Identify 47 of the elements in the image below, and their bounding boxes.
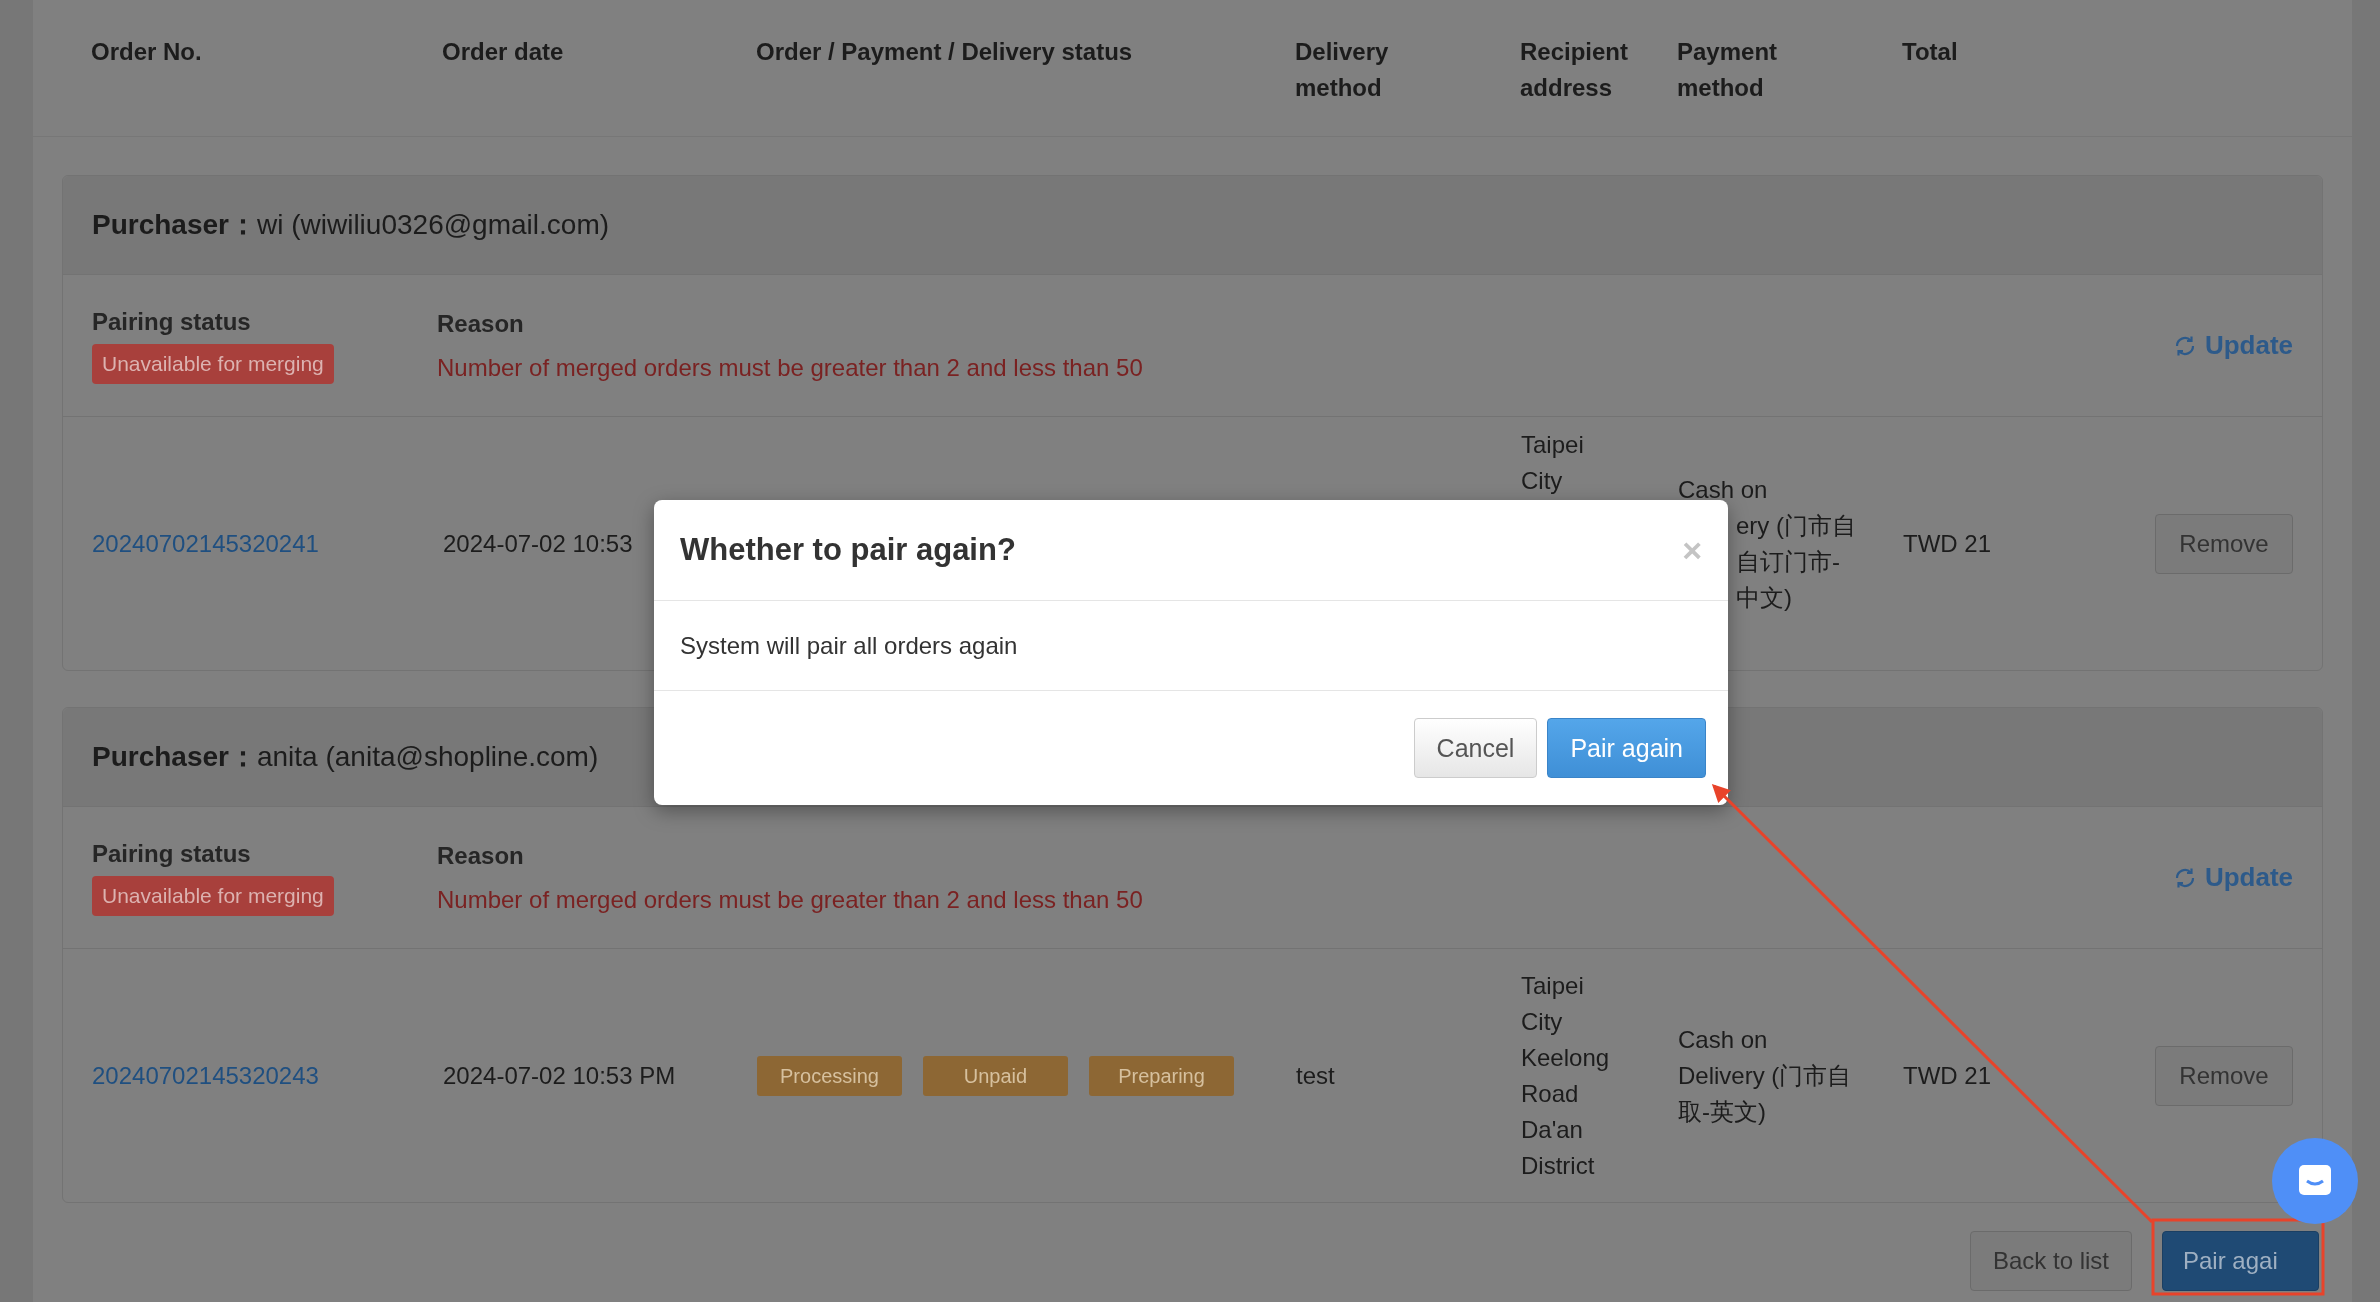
back-button[interactable]: Back to list [1969,1231,2132,1291]
confirm-button[interactable]: Pair again [1547,718,1706,778]
reason-label: Reason [437,841,524,870]
dialog-title: Whether to pair again? [680,532,1016,568]
dialog-message: System will pair all orders again [680,631,1018,660]
payment-method-text: Delivery (门市自 [1678,1060,1852,1091]
recipient-address: Taipei City Keelong Road Da'an District [1521,970,1611,1181]
close-button[interactable]: × [1682,533,1702,567]
payment-method-text: Cash on [1678,474,1768,505]
pairing-status-label: Pairing status [92,839,251,868]
pair-again-button[interactable]: Pair agai [2162,1231,2319,1291]
payment-method-text: 中文) [1736,582,1792,613]
delivery-method: test [1296,1061,1336,1090]
column-header: Total [1902,37,1959,67]
order-total: TWD 21 [1903,529,1992,558]
reason-text: Number of merged orders must be greater than 2 and less than 50 [437,885,1143,914]
purchaser-heading: Purchaser：wi (wiwiliu0326@gmail.com) [92,208,610,242]
reason-label: Reason [437,309,524,338]
order-number-link[interactable]: 20240702145320243 [92,1061,443,1090]
status-badge: Preparing [1089,1055,1234,1096]
status-badge: Processing [757,1055,902,1096]
column-header: Order / Payment / Delivery status [756,37,1134,67]
order-date: 2024-07-02 10:53 PM [443,1061,676,1090]
order-number-link[interactable]: 20240702145320241 [92,529,443,558]
payment-method-text: 自订门市- [1736,546,1840,577]
payment-method-text: 取-英文) [1678,1096,1766,1127]
payment-method-text: Cash on [1678,1024,1768,1055]
column-header: Order date [442,37,565,67]
update-link[interactable]: Update [2172,862,2293,893]
pairing-status-label: Pairing status [92,307,251,336]
cancel-button[interactable]: Cancel [1413,718,1538,778]
remove-button[interactable]: Remove [2155,1045,2293,1106]
remove-button[interactable]: Remove [2155,513,2293,574]
recipient-address: Taipei City [1521,430,1585,496]
payment-method-text: ery (门市自 [1736,510,1856,541]
update-link[interactable]: Update [2172,330,2293,361]
order-date: 2024-07-02 10:53 [443,529,633,558]
reason-text: Number of merged orders must be greater than 2 and less than 50 [437,353,1143,382]
column-header: Delivery method [1295,37,1390,103]
column-header: Order No. [91,37,203,67]
column-header: Recipient address [1520,37,1630,103]
column-header: Payment method [1677,37,1779,103]
status-badge: Unavailable for merging [92,875,334,916]
purchaser-heading: Purchaser：anita (anita@shopline.com) [92,740,599,774]
order-total: TWD 21 [1903,1061,1992,1090]
status-badge: Unavailable for merging [92,343,334,384]
status-badge: Unpaid [923,1055,1068,1096]
